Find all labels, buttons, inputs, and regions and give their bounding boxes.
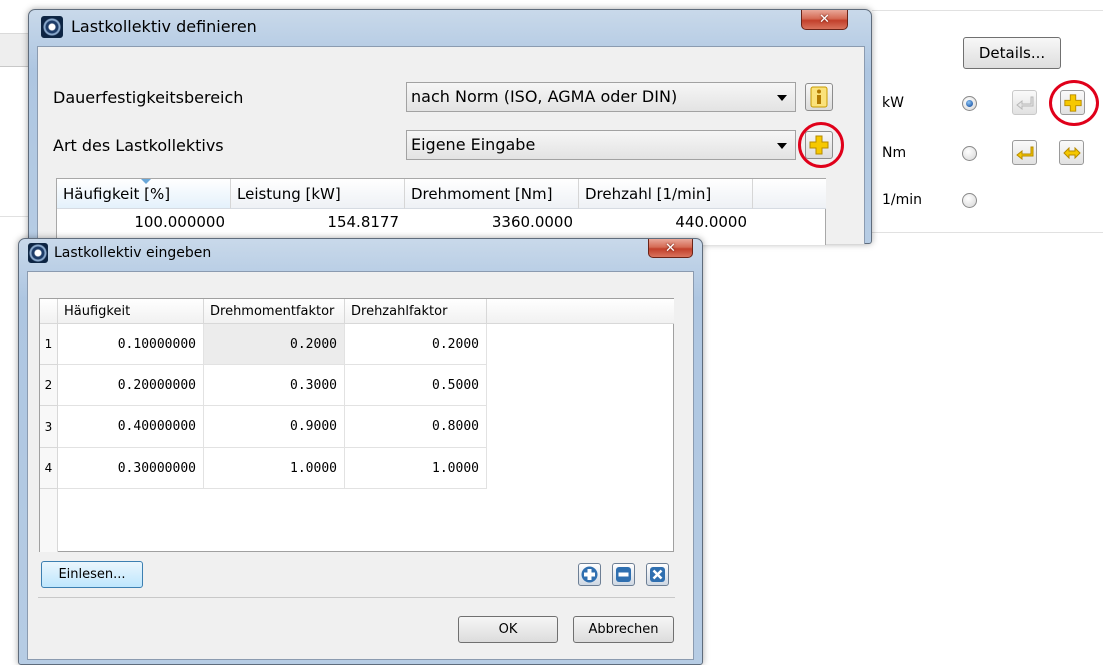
unit-label-kw: kW [882,95,904,111]
divider [872,232,1103,233]
unit-radio-nm[interactable] [962,146,977,161]
highlight-circle [1049,80,1099,126]
divider [0,216,30,217]
table-cell[interactable]: 0.3000 [204,365,345,406]
minus-icon [616,567,631,582]
unit-label-nm: Nm [882,145,907,161]
table-cell[interactable]: 0.10000000 [58,324,204,365]
column-header[interactable]: Drehzahlfaktor [345,299,487,324]
apply-button[interactable] [1012,140,1037,165]
dauerfestigkeit-select[interactable]: nach Norm (ISO, AGMA oder DIN) [406,82,796,112]
enter-arrow-icon [1015,146,1033,160]
column-header[interactable]: Leistung [kW] [231,179,405,209]
table-cell[interactable]: 154.8177 [231,210,405,235]
info-button[interactable] [805,83,833,111]
apply-disabled-button[interactable] [1012,90,1037,115]
column-header[interactable]: Häufigkeit [58,299,204,324]
lastkollektiv-definieren-dialog: Lastkollektiv definieren ✕ Dauerfestigke… [28,9,872,245]
app-icon [41,15,63,38]
close-button[interactable]: ✕ [648,239,693,258]
art-select[interactable]: Eigene Eingabe [406,130,796,160]
select-value: Eigene Eingabe [411,135,536,154]
row-header-empty [40,489,58,552]
row-header[interactable]: 3 [40,406,58,448]
select-value: nach Norm (ISO, AGMA oder DIN) [411,87,678,106]
dialog-title: Lastkollektiv eingeben [54,245,212,261]
app-icon [28,243,48,263]
table-cell[interactable]: 0.30000000 [58,448,204,489]
divider [38,597,675,598]
plus-icon [581,566,598,583]
dauerfestigkeit-label: Dauerfestigkeitsbereich [53,88,244,107]
delete-icon [650,567,665,582]
lastkollektiv-eingeben-dialog: Lastkollektiv eingeben ✕ Häufigkeit Dreh… [18,238,703,665]
divider [872,10,1103,11]
dialog-body: Dauerfestigkeitsbereich nach Norm (ISO, … [37,46,865,245]
column-header[interactable]: Drehmoment [Nm] [405,179,579,209]
table-cell[interactable]: 440.0000 [579,210,753,235]
background-toolbar [0,33,30,67]
table-cell[interactable]: 0.40000000 [58,406,204,448]
double-arrow-icon [1062,146,1081,159]
chevron-down-icon [777,143,787,149]
unit-radio-rpm[interactable] [962,193,977,208]
table-cell[interactable]: 0.20000000 [58,365,204,406]
highlight-circle [798,122,844,168]
unit-label-rpm: 1/min [882,192,923,208]
chevron-down-icon [777,95,787,101]
dialog-title: Lastkollektiv definieren [71,17,257,36]
table-cell[interactable]: 0.5000 [345,365,487,406]
row-header[interactable]: 2 [40,365,58,406]
column-header-empty [753,179,826,209]
info-icon [810,86,828,108]
table-cell[interactable]: 0.8000 [345,406,487,448]
title-bar: Lastkollektiv eingeben ✕ [19,239,702,267]
lastkollektiv-table: Häufigkeit [%] Leistung [kW] Drehmoment … [56,178,826,245]
corner-header [40,299,58,324]
table-cell[interactable]: 0.9000 [204,406,345,448]
remove-row-button[interactable] [612,563,635,586]
dialog-body: Häufigkeit Drehmomentfaktor Drehzahlfakt… [27,271,694,660]
table-cell[interactable]: 100.000000 [57,210,231,235]
row-header[interactable]: 1 [40,324,58,365]
unit-radio-kw[interactable] [962,96,977,111]
table-cell[interactable]: 1.0000 [204,448,345,489]
ok-button[interactable]: OK [458,616,558,643]
column-header[interactable]: Drehmomentfaktor [204,299,345,324]
table-cell[interactable]: 0.2000 [345,324,487,365]
clear-table-button[interactable] [646,563,669,586]
lastkollektiv-input-table: Häufigkeit Drehmomentfaktor Drehzahlfakt… [39,298,674,552]
cancel-button[interactable]: Abbrechen [573,616,674,643]
row-header[interactable]: 4 [40,448,58,489]
einlesen-button[interactable]: Einlesen... [41,561,143,588]
close-button[interactable]: ✕ [801,10,848,30]
title-bar: Lastkollektiv definieren ✕ [29,10,871,43]
table-cell[interactable]: 1.0000 [345,448,487,489]
add-row-button[interactable] [578,563,601,586]
swap-button[interactable] [1059,140,1084,165]
sort-indicator-icon [141,179,151,184]
details-button[interactable]: Details... [963,37,1061,69]
table-cell[interactable]: 3360.0000 [405,210,579,235]
column-header-empty [487,299,674,324]
column-header[interactable]: Drehzahl [1/min] [579,179,753,209]
enter-arrow-icon [1015,96,1033,110]
table-cell-selected[interactable]: 0.2000 [204,324,345,365]
art-label: Art des Lastkollektivs [53,136,224,155]
